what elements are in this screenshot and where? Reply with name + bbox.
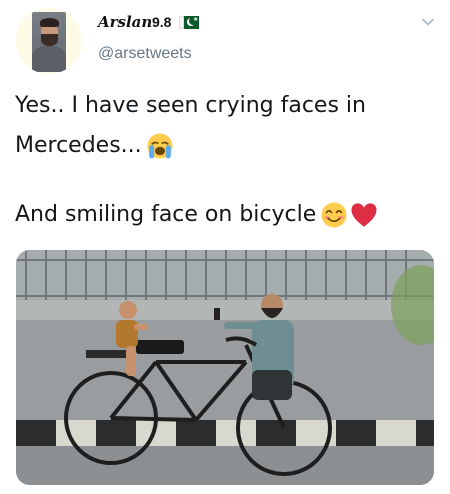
tweet-card: Arslan 9.8 ★ @arsetweets Yes.. I have se… bbox=[0, 0, 450, 494]
tweet-text-line-2: Mercedes... bbox=[15, 131, 175, 161]
tweet-text-line-2-text: Mercedes... bbox=[15, 133, 142, 158]
user-handle[interactable]: @arsetweets bbox=[98, 45, 192, 63]
display-name[interactable]: Arslan bbox=[98, 13, 152, 31]
avatar[interactable] bbox=[16, 8, 82, 74]
avatar-photo bbox=[32, 12, 66, 72]
tweet-photo[interactable] bbox=[16, 250, 434, 485]
chevron-down-icon[interactable] bbox=[420, 14, 436, 30]
display-name-suffix: 9.8 bbox=[152, 14, 172, 30]
red-heart-emoji bbox=[351, 203, 377, 227]
tweet-text-line-1: Yes.. I have seen crying faces in bbox=[15, 93, 366, 118]
pakistan-flag-icon: ★ bbox=[179, 16, 199, 29]
tweet-text-line-3: And smiling face on bicycle bbox=[15, 200, 379, 230]
loudly-crying-face-emoji bbox=[147, 133, 173, 159]
smiling-face-emoji bbox=[321, 202, 347, 228]
tweet-text-line-3-text: And smiling face on bicycle bbox=[15, 202, 317, 227]
